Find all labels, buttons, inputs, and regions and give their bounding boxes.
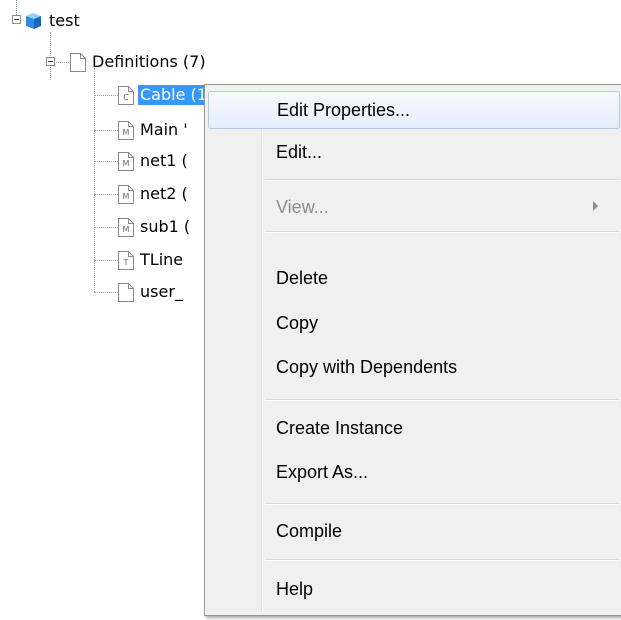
tree-item-net1[interactable]: M net1 ( [118,150,190,172]
menu-item-compile[interactable]: Compile [208,512,620,550]
menu-item-create-instance[interactable]: Create Instance [208,409,620,447]
tree-connector-line [94,260,118,261]
tree-connector-line [16,0,17,15]
menu-separator [265,559,619,561]
blank-doc-icon [118,282,134,302]
context-menu: Edit Properties... Edit... View... Delet… [204,84,621,616]
menu-item-label: Copy with Dependents [276,356,458,377]
component-doc-icon: C [118,85,134,105]
menu-item-label: View... [276,196,329,217]
submenu-arrow-icon [593,201,598,211]
model-doc-icon: M [118,120,134,140]
tree-connector-line [94,292,118,293]
menu-item-copy[interactable]: Copy [208,304,620,342]
collapse-toggle-root[interactable] [12,15,21,24]
collapse-toggle-definitions[interactable] [46,57,55,66]
tree-item-label: Main ' [140,120,188,139]
folder-doc-icon [70,52,86,72]
tree-item-label: user_ [140,282,183,301]
icon-letter: C [123,92,129,102]
tree-connector-line [50,32,51,80]
menu-separator [265,231,619,233]
tree-item-label: net2 ( [140,184,188,203]
menu-item-export-as[interactable]: Export As... [208,453,620,491]
tree-node-definitions[interactable]: Definitions (7) [70,51,208,73]
menu-item-help[interactable]: Help [208,570,620,608]
icon-letter: M [122,224,130,234]
menu-item-delete[interactable]: Delete [208,259,620,297]
tree-item-label: TLine [140,250,184,269]
menu-item-label: Export As... [276,461,369,482]
menu-separator [265,503,619,505]
tree-item-user[interactable]: user_ [118,281,185,303]
menu-item-view: View... [208,188,620,226]
tree-connector-line [94,227,118,228]
tree-connector-line [94,95,118,96]
tree-node-label: test [49,11,80,30]
tree-item-label: sub1 ( [140,217,191,236]
model-doc-icon: M [118,151,134,171]
tree-item-net2[interactable]: M net2 ( [118,183,190,205]
icon-letter: M [122,127,130,137]
menu-item-edit-properties[interactable]: Edit Properties... [208,91,620,129]
icon-letter: M [122,158,130,168]
menu-item-copy-with-dependents[interactable]: Copy with Dependents [208,348,620,386]
tree-node-label: Definitions (7) [92,52,206,71]
tree-item-sub1[interactable]: M sub1 ( [118,216,192,238]
model-doc-icon: M [118,217,134,237]
tree-item-main[interactable]: M Main ' [118,119,190,141]
menu-item-label: Edit... [276,141,323,162]
menu-item-label: Copy [276,312,319,333]
icon-letter: M [122,191,130,201]
tree-connector-line [94,161,118,162]
model-doc-icon: M [118,184,134,204]
menu-separator [265,179,619,181]
tree-connector-line [94,68,95,292]
tree-item-label: net1 ( [140,151,188,170]
tree-connector-line [94,194,118,195]
menu-item-label: Help [276,578,314,599]
menu-item-edit[interactable]: Edit... [208,133,620,171]
icon-letter: T [123,257,129,267]
project-cube-icon [24,12,43,30]
tree-item-cable[interactable]: C Cable (1) [118,84,216,106]
menu-item-label: Create Instance [276,417,404,438]
menu-item-label: Edit Properties... [277,99,411,120]
menu-separator [265,399,619,401]
tree-connector-line [94,130,118,131]
tree-node-root[interactable]: test [24,10,82,32]
template-doc-icon: T [118,250,134,270]
tree-item-tline[interactable]: T TLine [118,249,185,271]
menu-item-label: Compile [276,520,343,541]
menu-item-label: Delete [276,267,329,288]
